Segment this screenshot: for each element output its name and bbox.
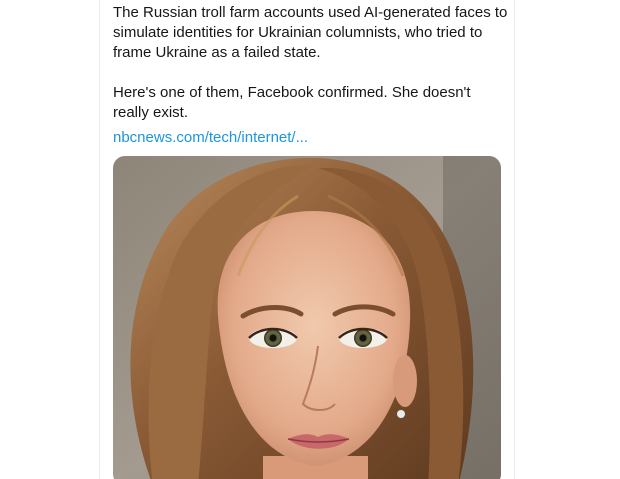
tweet-media-photo[interactable] <box>113 156 501 479</box>
tweet-paragraph: The Russian troll farm accounts used AI-… <box>113 4 508 61</box>
page: The Russian troll farm accounts used AI-… <box>0 0 620 479</box>
tweet-paragraph: Here's one of them, Facebook confirmed. … <box>113 84 471 121</box>
tweet-card: The Russian troll farm accounts used AI-… <box>99 0 515 479</box>
article-link[interactable]: nbcnews.com/tech/internet/... <box>113 128 308 148</box>
face-photo <box>113 156 501 479</box>
tweet-text: The Russian troll farm accounts used AI-… <box>113 3 508 123</box>
